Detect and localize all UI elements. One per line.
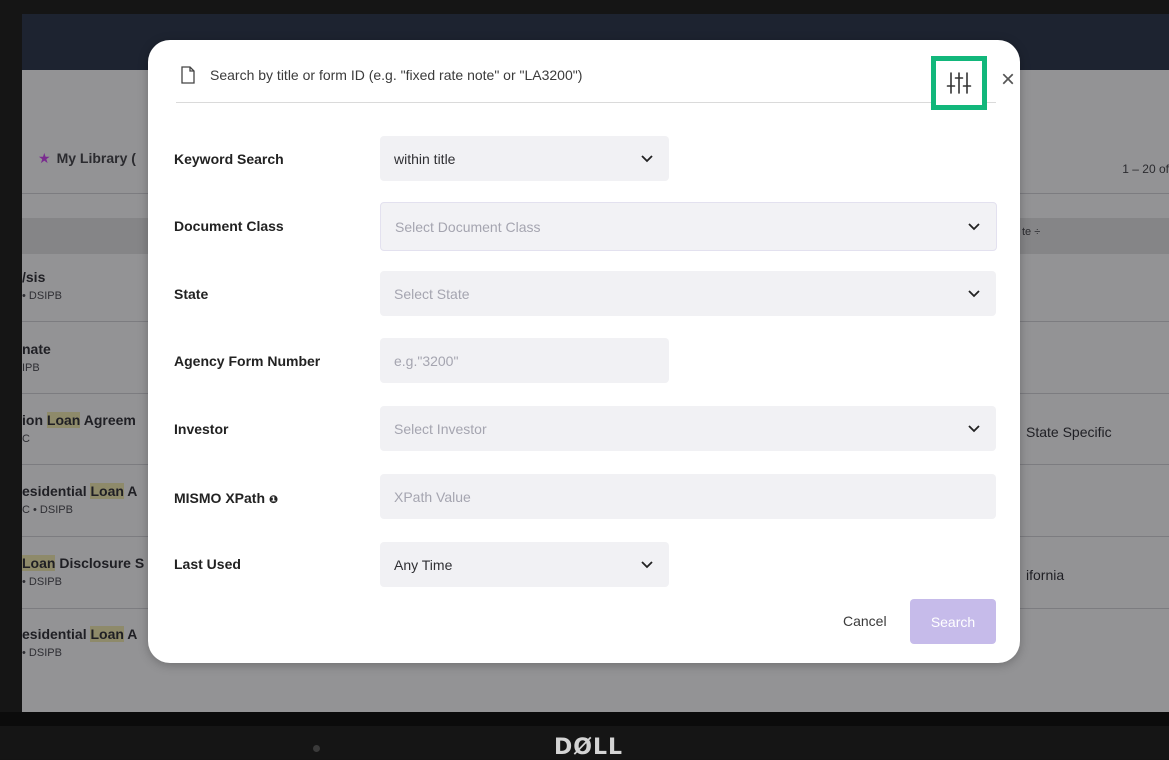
label-document-class: Document Class <box>174 218 284 234</box>
sliders-icon <box>946 72 972 94</box>
advanced-search-modal: Search by title or form ID (e.g. "fixed … <box>148 40 1020 663</box>
search-button[interactable]: Search <box>910 599 996 644</box>
info-icon[interactable]: ❶ <box>269 494 278 506</box>
chevron-down-icon <box>968 289 980 297</box>
table-row-state: ifornia <box>1026 567 1065 583</box>
chevron-down-icon <box>968 222 980 230</box>
label-keyword-search: Keyword Search <box>174 151 284 167</box>
label-agency-form-number: Agency Form Number <box>174 353 321 369</box>
document-class-select[interactable]: Select Document Class <box>380 202 997 251</box>
agency-form-number-input[interactable]: e.g."3200" <box>380 338 669 383</box>
title-text: esidential <box>22 483 91 499</box>
last-used-value: Any Time <box>394 556 453 573</box>
state-select[interactable]: Select State <box>380 271 996 316</box>
keyword-highlight: Loan <box>46 412 81 428</box>
chevron-down-icon <box>641 560 653 568</box>
title-text: ion <box>22 412 47 428</box>
title-text: A <box>123 626 138 642</box>
table-row-sub: • DSIPB <box>22 647 62 659</box>
tab-my-library[interactable]: ★ My Library ( <box>38 150 136 167</box>
table-row-title[interactable]: esidential Loan A <box>22 626 137 642</box>
keyword-search-value: within title <box>394 150 456 167</box>
filter-toggle-button[interactable] <box>931 56 987 110</box>
title-text: esidential <box>22 626 91 642</box>
chevron-down-icon <box>968 424 980 432</box>
mismo-xpath-placeholder: XPath Value <box>394 488 471 505</box>
investor-select[interactable]: Select Investor <box>380 406 996 451</box>
label-mismo-xpath: MISMO XPath ❶ <box>174 490 278 506</box>
label-state: State <box>174 286 209 302</box>
table-row-sub: IPB <box>22 362 40 374</box>
table-row-sub: • DSIPB <box>22 576 62 588</box>
keyword-highlight: Loan <box>90 483 124 499</box>
table-row-title[interactable]: /sis <box>22 269 45 285</box>
column-header-date[interactable]: te ÷ <box>1022 226 1040 238</box>
title-text: A <box>123 483 138 499</box>
title-text: /sis <box>22 269 46 285</box>
state-placeholder: Select State <box>394 285 470 302</box>
table-row-state: State Specific <box>1026 424 1112 440</box>
keyword-highlight: Loan <box>22 555 56 571</box>
search-button-label: Search <box>930 613 976 630</box>
tab-label: My Library ( <box>56 150 136 166</box>
star-icon: ★ <box>38 150 51 166</box>
agency-form-number-placeholder: e.g."3200" <box>394 352 459 369</box>
table-row-sub: C <box>22 433 30 445</box>
table-row-sub: • DSIPB <box>22 290 62 302</box>
dell-logo: DØLL <box>554 735 624 760</box>
search-input[interactable]: Search by title or form ID (e.g. "fixed … <box>210 67 582 83</box>
chevron-down-icon <box>641 154 653 162</box>
label-last-used: Last Used <box>174 556 241 572</box>
table-row-title[interactable]: Loan Disclosure S <box>22 555 144 571</box>
webcam-icon <box>313 745 320 752</box>
table-row-title[interactable]: nate <box>22 341 51 357</box>
close-icon[interactable]: × <box>1001 68 1015 92</box>
last-used-select[interactable]: Any Time <box>380 542 669 587</box>
table-row-title[interactable]: esidential Loan A <box>22 483 137 499</box>
pagination-range: 1 – 20 of <box>1122 162 1169 176</box>
mismo-label-text: MISMO XPath <box>174 490 266 506</box>
search-bar[interactable]: Search by title or form ID (e.g. "fixed … <box>176 56 1015 110</box>
title-text: Agreem <box>80 412 136 428</box>
mismo-xpath-input[interactable]: XPath Value <box>380 474 996 519</box>
screen-bottom-edge <box>0 712 1169 726</box>
keyword-highlight: Loan <box>90 626 124 642</box>
table-row-sub: C • DSIPB <box>22 504 73 516</box>
label-investor: Investor <box>174 421 229 437</box>
title-text: Disclosure S <box>55 555 145 571</box>
table-row-title[interactable]: ion Loan Agreem <box>22 412 136 428</box>
document-icon <box>181 66 195 84</box>
investor-placeholder: Select Investor <box>394 420 487 437</box>
title-text: nate <box>22 341 51 357</box>
document-class-placeholder: Select Document Class <box>395 218 541 235</box>
cancel-button[interactable]: Cancel <box>843 613 887 629</box>
keyword-search-select[interactable]: within title <box>380 136 669 181</box>
